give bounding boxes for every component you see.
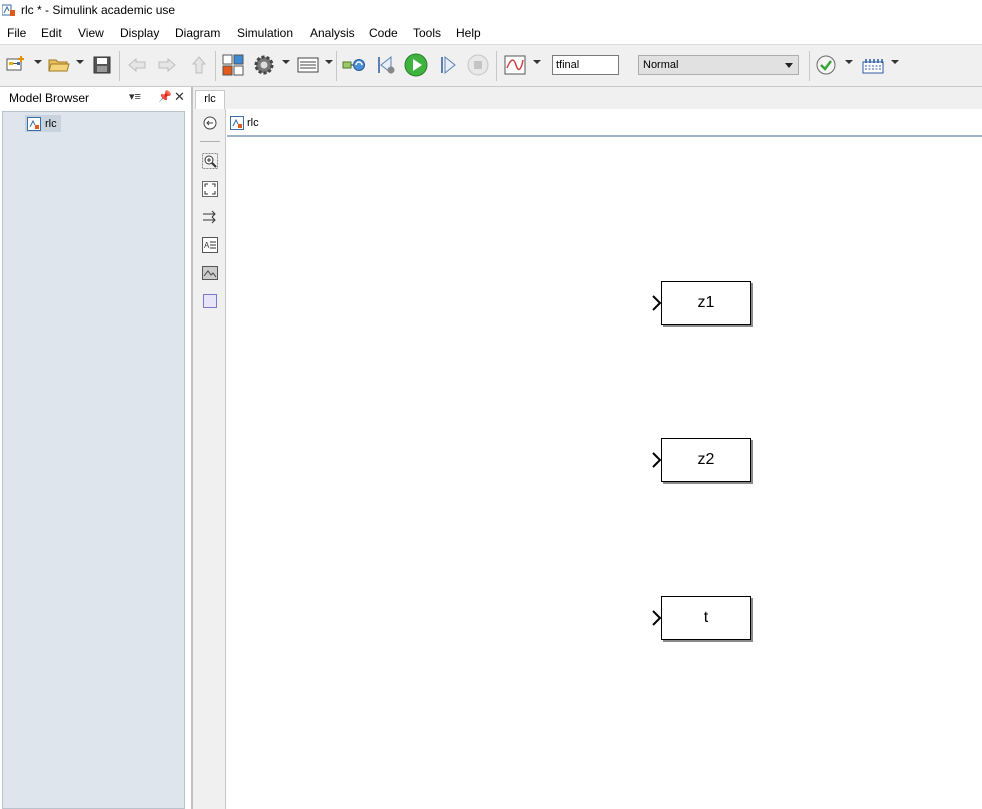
chevron-down-icon: [785, 63, 793, 68]
panel-menu-icon[interactable]: ▾≡: [129, 90, 141, 103]
model-advisor-icon[interactable]: [814, 53, 838, 77]
model-icon: [230, 116, 244, 130]
forward-icon[interactable]: [155, 53, 179, 77]
explorer-dropdown-icon[interactable]: [325, 60, 333, 64]
stop-icon[interactable]: [466, 53, 490, 77]
menu-file[interactable]: File: [7, 26, 26, 40]
breadcrumb-item[interactable]: rlc: [247, 117, 259, 129]
diagram-palette: A: [193, 109, 226, 809]
to-workspace-block-z2[interactable]: z2: [661, 438, 751, 482]
model-tree: rlc: [2, 111, 185, 809]
model-browser-title: Model Browser: [9, 91, 90, 105]
svg-text:A: A: [204, 241, 210, 250]
menu-help[interactable]: Help: [456, 26, 481, 40]
pin-icon[interactable]: 📌: [158, 90, 172, 103]
simulation-mode-value: Normal: [643, 59, 679, 71]
menu-simulation[interactable]: Simulation: [237, 26, 293, 40]
tree-item-label: rlc: [45, 117, 57, 130]
build-dropdown-icon[interactable]: [891, 60, 899, 64]
explorer-icon[interactable]: [296, 53, 320, 77]
breadcrumb: rlc: [227, 111, 982, 137]
close-icon[interactable]: ✕: [174, 89, 185, 105]
library-browser-icon[interactable]: [221, 53, 245, 77]
model-advisor-dropdown-icon[interactable]: [845, 60, 853, 64]
menu-display[interactable]: Display: [120, 26, 159, 40]
annotation-icon[interactable]: A: [202, 237, 218, 253]
block-label: t: [703, 609, 709, 626]
block-label: z2: [697, 451, 715, 468]
image-icon[interactable]: [202, 265, 218, 281]
menu-bar: File Edit View Display Diagram Simulatio…: [0, 22, 982, 44]
open-icon[interactable]: [47, 53, 71, 77]
step-back-icon[interactable]: [374, 53, 398, 77]
menu-analysis[interactable]: Analysis: [310, 26, 355, 40]
data-inspector-icon[interactable]: [503, 53, 527, 77]
build-icon[interactable]: [861, 53, 885, 77]
hide-browser-icon[interactable]: [202, 115, 218, 131]
open-dropdown-icon[interactable]: [76, 60, 84, 64]
editor-tab-bar: rlc: [193, 87, 982, 109]
tab-rlc[interactable]: rlc: [195, 90, 225, 109]
fit-to-view-icon[interactable]: [202, 181, 218, 197]
menu-tools[interactable]: Tools: [413, 26, 441, 40]
simulation-mode-select[interactable]: Normal: [638, 55, 799, 75]
new-model-icon[interactable]: [4, 53, 28, 77]
menu-diagram[interactable]: Diagram: [175, 26, 220, 40]
area-icon[interactable]: [202, 293, 218, 309]
stop-time-input[interactable]: [552, 55, 619, 75]
step-forward-icon[interactable]: [436, 53, 460, 77]
up-icon[interactable]: [187, 53, 211, 77]
model-icon: [27, 116, 41, 131]
zoom-icon[interactable]: [202, 153, 218, 169]
to-workspace-block-t[interactable]: t: [661, 596, 751, 640]
diagram-canvas[interactable]: z1 z2 t: [227, 139, 982, 809]
input-port-icon: [652, 610, 662, 626]
route-lines-icon[interactable]: [202, 209, 218, 225]
tree-item-rlc[interactable]: rlc: [25, 115, 61, 132]
block-label: z1: [697, 294, 715, 311]
new-model-dropdown-icon[interactable]: [34, 60, 42, 64]
run-icon[interactable]: [404, 53, 428, 77]
model-config-icon[interactable]: [252, 53, 276, 77]
model-browser-header: Model Browser ▾≡ 📌 ✕: [0, 87, 191, 109]
data-inspector-dropdown-icon[interactable]: [533, 60, 541, 64]
toolbar: Normal: [0, 44, 982, 87]
menu-edit[interactable]: Edit: [41, 26, 62, 40]
title-bar: rlc * - Simulink academic use: [0, 0, 982, 22]
update-icon[interactable]: [342, 53, 366, 77]
input-port-icon: [652, 452, 662, 468]
window-title: rlc * - Simulink academic use: [21, 3, 176, 17]
back-icon[interactable]: [125, 53, 149, 77]
menu-code[interactable]: Code: [369, 26, 398, 40]
to-workspace-block-z1[interactable]: z1: [661, 281, 751, 325]
save-icon[interactable]: [90, 53, 114, 77]
input-port-icon: [652, 295, 662, 311]
model-config-dropdown-icon[interactable]: [282, 60, 290, 64]
model-browser-panel: Model Browser ▾≡ 📌 ✕ rlc: [0, 87, 191, 809]
simulink-app-icon: [2, 4, 15, 16]
menu-view[interactable]: View: [78, 26, 104, 40]
